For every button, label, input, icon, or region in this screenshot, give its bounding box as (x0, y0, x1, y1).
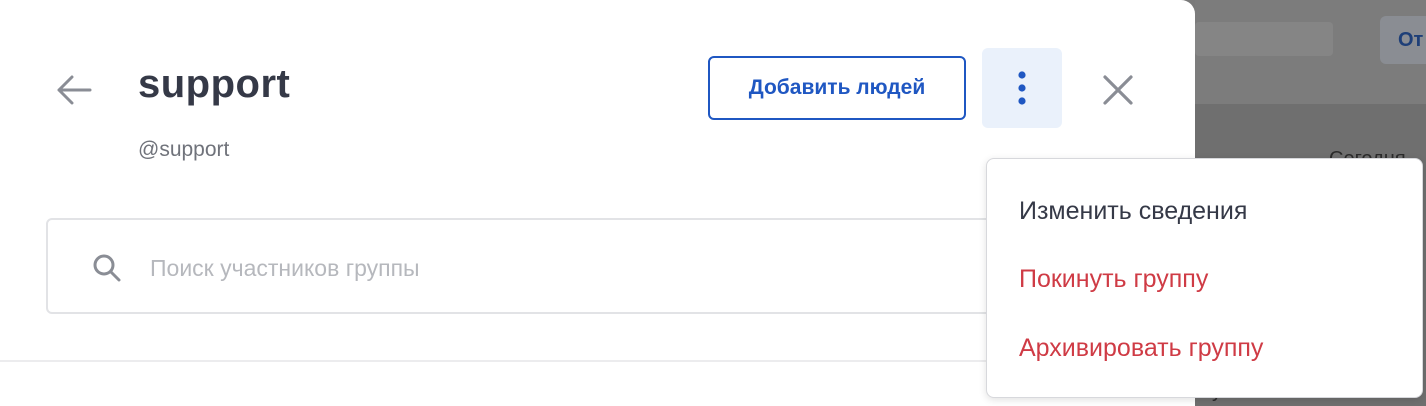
more-vertical-icon (1018, 71, 1026, 105)
member-search-box[interactable] (46, 218, 1146, 314)
group-title: support (138, 62, 291, 106)
background-search-field (1195, 22, 1333, 56)
add-people-button[interactable]: Добавить людей (708, 56, 966, 120)
menu-item-archive-group[interactable]: Архивировать группу (1019, 334, 1263, 363)
background-button: От (1380, 16, 1426, 64)
group-handle: @support (138, 138, 230, 161)
close-icon (1103, 75, 1133, 105)
options-menu: Изменить сведения Покинуть группу Архиви… (986, 158, 1423, 398)
more-options-button[interactable] (982, 48, 1062, 128)
member-search-input[interactable] (148, 244, 972, 292)
close-button[interactable] (1094, 66, 1142, 114)
back-button[interactable] (50, 66, 98, 114)
arrow-left-icon (57, 75, 92, 105)
search-icon (93, 254, 121, 282)
menu-item-leave-group[interactable]: Покинуть группу (1019, 265, 1208, 294)
menu-item-edit-details[interactable]: Изменить сведения (1019, 197, 1247, 226)
